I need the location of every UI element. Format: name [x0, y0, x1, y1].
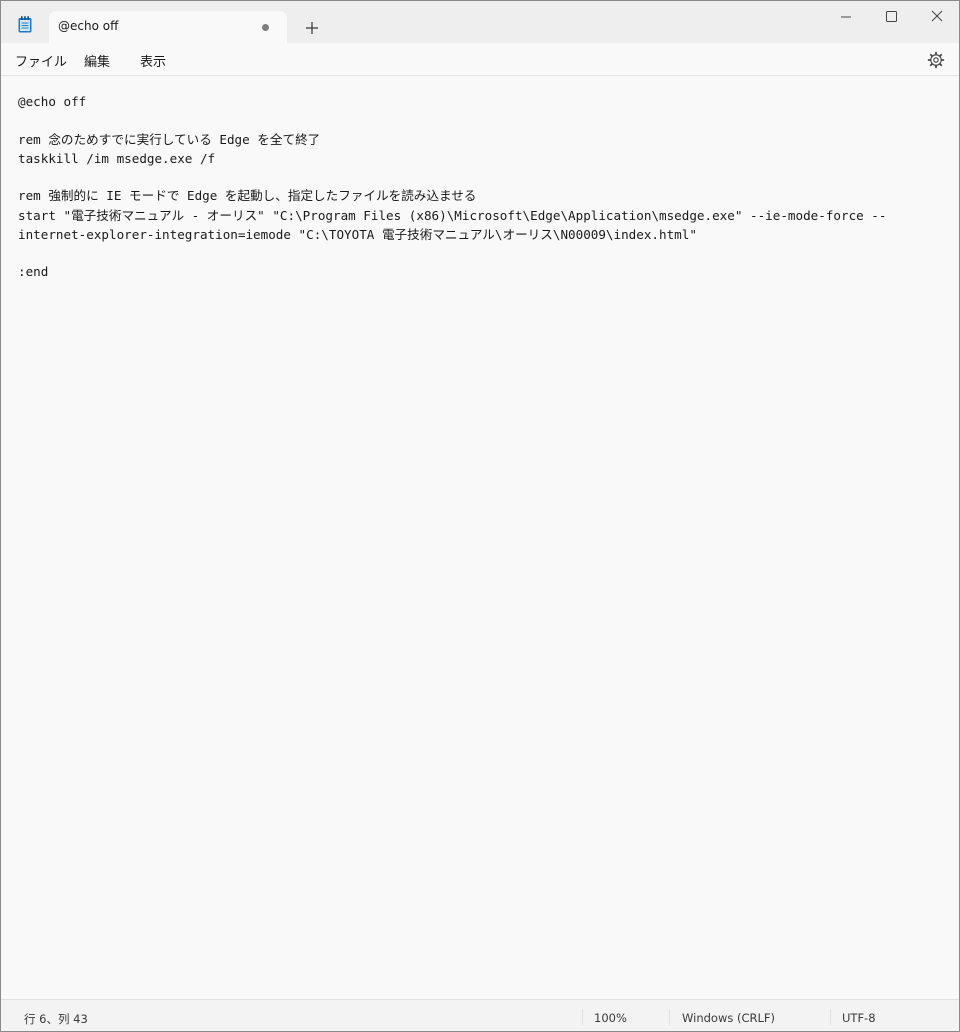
menu-bar: ファイル 編集 表示	[1, 43, 959, 76]
title-bar: @echo off	[1, 1, 959, 43]
editor-line: start "電子技術マニュアル - オーリス" "C:\Program Fil…	[18, 208, 887, 223]
gear-icon[interactable]	[927, 51, 945, 69]
plus-icon[interactable]	[299, 15, 325, 41]
document-tab[interactable]: @echo off	[49, 11, 287, 43]
text-editor[interactable]: @echo off rem 念のためすでに実行している Edge を全て終了 t…	[1, 76, 959, 999]
editor-line: internet-explorer-integration=iemode "C:…	[18, 227, 697, 242]
editor-line: rem 念のためすでに実行している Edge を全て終了	[18, 132, 321, 147]
tab-title: @echo off	[58, 19, 119, 33]
status-divider	[669, 1009, 670, 1025]
unsaved-dot-icon[interactable]	[262, 24, 269, 31]
zoom-level[interactable]: 100%	[594, 1011, 627, 1025]
status-bar: 行 6、列 43 100% Windows (CRLF) UTF-8	[1, 999, 959, 1031]
menu-view[interactable]: 表示	[140, 51, 166, 70]
menu-edit[interactable]: 編集	[84, 51, 110, 70]
editor-line: taskkill /im msedge.exe /f	[18, 151, 216, 166]
cursor-position: 行 6、列 43	[24, 1012, 88, 1026]
status-divider	[582, 1009, 583, 1025]
maximize-icon[interactable]	[868, 1, 914, 33]
close-icon[interactable]	[913, 1, 959, 33]
notepad-icon	[18, 16, 32, 33]
notepad-window: @echo off ファイル 編集 表示 @echo off rem 念のためす…	[0, 0, 960, 1032]
editor-line: rem 強制的に IE モードで Edge を起動し、指定したファイルを読み込ま…	[18, 188, 477, 203]
editor-line: @echo off	[18, 94, 87, 109]
status-divider	[830, 1009, 831, 1025]
editor-line: :end	[18, 264, 49, 279]
minimize-icon[interactable]	[823, 1, 869, 33]
menu-file[interactable]: ファイル	[15, 51, 67, 70]
encoding[interactable]: UTF-8	[842, 1011, 876, 1025]
line-ending[interactable]: Windows (CRLF)	[682, 1011, 775, 1025]
